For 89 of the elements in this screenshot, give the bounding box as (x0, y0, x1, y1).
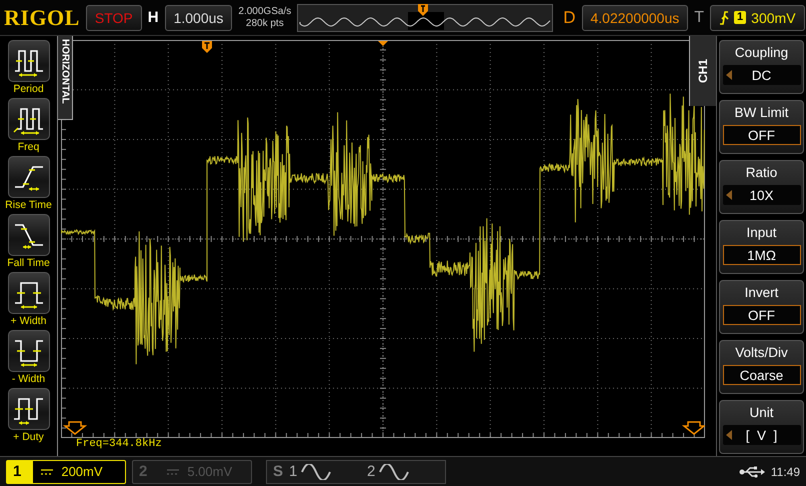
menu-item[interactable]: Volts/Div Coarse (719, 340, 804, 394)
left-caret-icon (726, 190, 732, 200)
menu-label: Unit (749, 404, 774, 422)
measure-item[interactable]: + Width (8, 272, 50, 330)
rise-time-icon (8, 156, 50, 198)
measure-label: - Width (12, 373, 46, 385)
horizontal-tab[interactable]: HORIZONTAL (58, 36, 73, 120)
math-label: S (273, 463, 284, 480)
channel-tab[interactable]: CH1 (689, 36, 716, 106)
menu-item[interactable]: BW Limit OFF (719, 100, 804, 154)
menu-label: Coupling (734, 44, 788, 62)
measure-label: + Width (10, 315, 46, 327)
period-measure-icon (8, 40, 50, 82)
dc-coupling-icon (167, 468, 180, 474)
menu-item[interactable]: Ratio 10X (719, 160, 804, 214)
frequency-readout: Freq=344.8kHz (76, 438, 162, 450)
channel-number: 2 (138, 462, 148, 482)
menu-value[interactable]: OFF (722, 125, 800, 145)
math-source-number: 2 (367, 463, 376, 480)
menu-item[interactable]: Coupling DC (719, 40, 804, 94)
tab-label: HORIZONTAL (58, 39, 72, 106)
menu-label: Input (746, 224, 777, 242)
center-marker-icon (378, 41, 388, 46)
measure-item[interactable]: Rise Time (5, 156, 52, 214)
menu-item[interactable]: Unit [ V ] (719, 400, 804, 454)
measure-item[interactable]: Freq (8, 98, 50, 156)
delay-value[interactable]: 4.02200000us (582, 4, 688, 30)
value-text: [ V ] (746, 428, 778, 442)
menu-value[interactable]: OFF (722, 305, 800, 325)
trigger-channel: 1 (734, 11, 746, 24)
math-source-number: 1 (289, 463, 298, 480)
menu-value[interactable]: DC (722, 65, 800, 85)
value-text: OFF (748, 128, 775, 142)
duty-cycle-icon (8, 388, 50, 430)
sample-rate: 2.000GSa/s (238, 6, 292, 18)
channel-scale: 200mV (61, 464, 103, 479)
negative-width-icon (8, 330, 50, 372)
sine-wave-icon (379, 464, 410, 480)
positive-width-icon (8, 272, 50, 314)
trigger-label: T (694, 8, 704, 26)
menu-label: Volts/Div (735, 344, 788, 362)
rising-edge-icon (719, 10, 730, 24)
sine-wave-icon (301, 464, 332, 480)
measure-label: Period (13, 83, 44, 95)
dc-coupling-icon (41, 468, 54, 474)
channel-number: 1 (7, 460, 34, 482)
memory-depth: 280k pts (244, 18, 285, 30)
left-marker-icon (62, 421, 88, 435)
trigger-level: 300mV (751, 8, 796, 26)
measure-item[interactable]: Period (8, 40, 50, 98)
left-caret-icon (726, 430, 732, 440)
measure-item[interactable]: - Width (8, 330, 50, 388)
trigger-setting[interactable]: 1 300mV (710, 4, 805, 30)
menu-value[interactable]: 1MΩ (722, 245, 800, 265)
math-indicator[interactable]: S 1 2 (266, 460, 446, 484)
timebase-label: H (148, 9, 159, 26)
logo-text: RIGOL (4, 4, 80, 30)
value-text: 10X (749, 188, 774, 202)
measure-label: Freq (18, 141, 40, 153)
menu-label: BW Limit (734, 104, 788, 122)
frequency-measure-icon (8, 98, 50, 140)
measure-label: + Duty (13, 431, 44, 443)
trigger-position-icon (418, 4, 428, 16)
fall-time-icon (8, 214, 50, 256)
menu-item[interactable]: Input 1MΩ (719, 220, 804, 274)
menu-value[interactable]: Coarse (722, 365, 800, 385)
trigger-position-icon (202, 41, 212, 53)
left-caret-icon (726, 70, 732, 80)
channel-indicator[interactable]: 1 200mV (6, 460, 126, 484)
usb-icon (738, 466, 765, 478)
timebase-value[interactable]: 1.000us (164, 4, 232, 30)
menu-value[interactable]: 10X (722, 185, 800, 205)
measure-label: Rise Time (5, 199, 52, 211)
value-text: DC (752, 68, 772, 82)
measure-item[interactable]: Fall Time (7, 214, 50, 272)
menu-value[interactable]: [ V ] (722, 425, 800, 445)
value-text: 1MΩ (747, 248, 776, 262)
delay-label: D (563, 8, 576, 28)
tab-label: CH1 (696, 58, 710, 83)
value-text: Coarse (740, 368, 784, 382)
value-text: OFF (748, 308, 775, 322)
clock-time: 11:49 (770, 464, 800, 478)
menu-label: Ratio (746, 164, 778, 182)
measure-item[interactable]: + Duty (8, 388, 50, 446)
right-marker-icon (682, 421, 705, 435)
menu-item[interactable]: Invert OFF (719, 280, 804, 334)
menu-label: Invert (744, 284, 778, 302)
measure-label: Fall Time (7, 257, 50, 269)
channel-scale: 5.00mV (187, 464, 232, 479)
